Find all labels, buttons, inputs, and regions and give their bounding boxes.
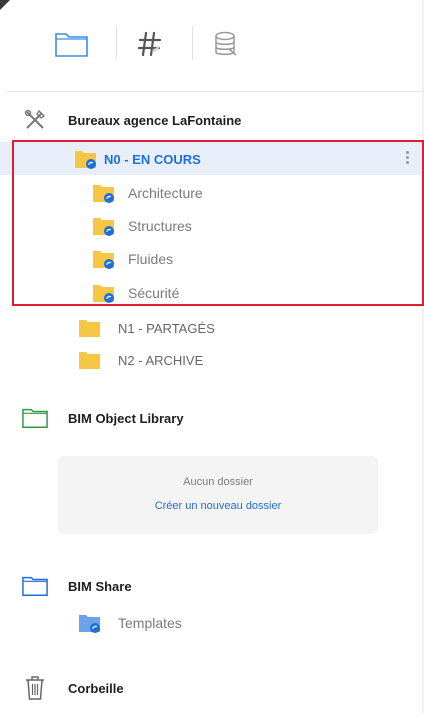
library-item[interactable]: BIM Object Library bbox=[0, 404, 424, 432]
folder-row-securite[interactable]: Sécurité bbox=[0, 276, 424, 309]
trash-label: Corbeille bbox=[68, 680, 124, 696]
toolbar-divider bbox=[116, 26, 117, 60]
folders-view-button[interactable] bbox=[52, 22, 92, 66]
trash-item[interactable]: Corbeille bbox=[0, 674, 424, 702]
more-options-icon[interactable] bbox=[404, 149, 410, 169]
toolbar-divider bbox=[192, 26, 193, 60]
folder-icon bbox=[78, 317, 102, 339]
trash-icon bbox=[22, 676, 48, 700]
folder-label: Templates bbox=[118, 615, 182, 631]
shared-folder-icon bbox=[92, 248, 116, 270]
hashtag-icon bbox=[137, 31, 162, 57]
empty-state-panel: Aucun dossier Créer un nouveau dossier bbox=[58, 456, 378, 534]
empty-state-text: Aucun dossier bbox=[183, 476, 253, 488]
blue-folder-icon bbox=[22, 574, 48, 598]
folder-row-n0-en-cours[interactable]: N0 - EN COURS bbox=[0, 142, 424, 175]
folder-row-n1-partages[interactable]: N1 - PARTAGÉS bbox=[0, 311, 424, 344]
folder-outline-icon bbox=[55, 33, 88, 57]
folder-icon bbox=[78, 349, 102, 371]
shared-folder-icon bbox=[78, 612, 102, 634]
folder-label: Architecture bbox=[128, 185, 203, 201]
share-item[interactable]: BIM Share bbox=[0, 572, 424, 600]
project-name: Bureaux agence LaFontaine bbox=[68, 112, 242, 128]
project-item[interactable]: Bureaux agence LaFontaine bbox=[0, 106, 424, 134]
shared-folder-icon bbox=[92, 182, 116, 204]
shared-folder-icon bbox=[74, 148, 98, 170]
database-view-button[interactable] bbox=[206, 22, 246, 66]
folder-label: N0 - EN COURS bbox=[104, 152, 201, 167]
folder-row-architecture[interactable]: Architecture bbox=[0, 176, 424, 209]
database-icon bbox=[215, 31, 237, 56]
folder-row-templates[interactable]: Templates bbox=[0, 606, 424, 639]
toolbar-divider-line bbox=[6, 91, 424, 92]
folder-label: Structures bbox=[128, 218, 192, 234]
tags-view-button[interactable] bbox=[130, 22, 170, 66]
view-toolbar bbox=[0, 0, 424, 92]
folder-label: N1 - PARTAGÉS bbox=[118, 321, 215, 336]
library-name: BIM Object Library bbox=[68, 410, 184, 426]
folder-row-fluides[interactable]: Fluides bbox=[0, 242, 424, 275]
tools-crossed-icon bbox=[22, 108, 48, 132]
shared-folder-icon bbox=[92, 215, 116, 237]
share-name: BIM Share bbox=[68, 578, 132, 594]
folder-label: Fluides bbox=[128, 251, 174, 267]
folder-label: Sécurité bbox=[128, 285, 180, 301]
folder-label: N2 - ARCHIVE bbox=[118, 353, 204, 368]
green-folder-icon bbox=[22, 406, 48, 430]
folder-row-n2-archive[interactable]: N2 - ARCHIVE bbox=[0, 343, 424, 376]
shared-folder-icon bbox=[92, 282, 116, 304]
folder-row-structures[interactable]: Structures bbox=[0, 209, 424, 242]
create-folder-link[interactable]: Créer un nouveau dossier bbox=[58, 500, 378, 512]
